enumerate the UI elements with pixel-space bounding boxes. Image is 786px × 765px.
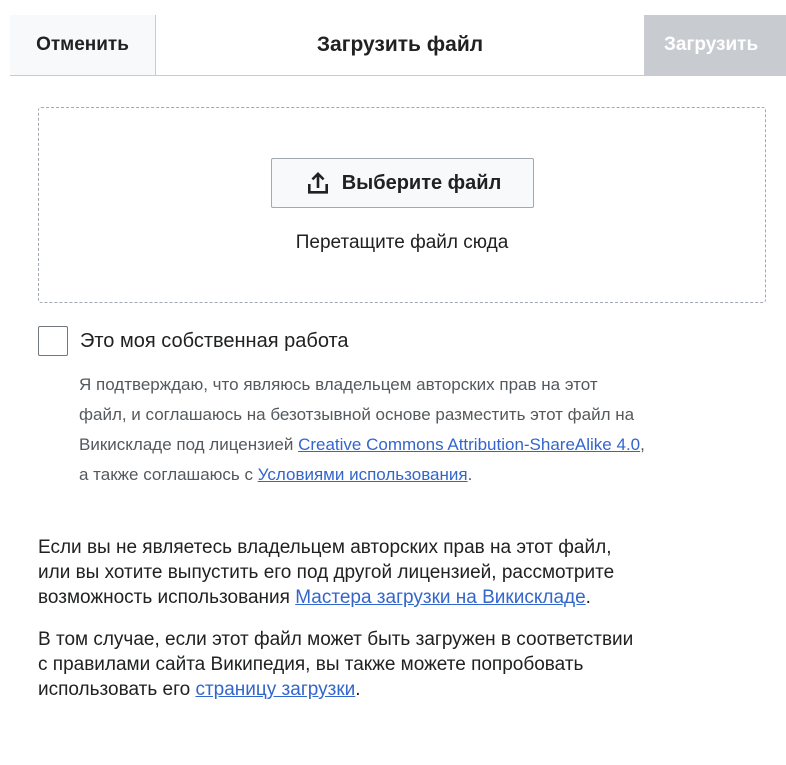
- license-link[interactable]: Creative Commons Attribution-ShareAlike …: [298, 435, 640, 454]
- info-text: .: [355, 679, 361, 700]
- dialog-header: Отменить Загрузить файл Загрузить: [10, 15, 786, 76]
- upload-dialog: Отменить Загрузить файл Загрузить Выбери…: [10, 15, 786, 765]
- info-line: с правилами сайта Википедия, вы также мо…: [38, 654, 584, 675]
- own-work-label[interactable]: Это моя собственная работа: [80, 330, 349, 353]
- drop-hint: Перетащите файл сюда: [295, 232, 509, 253]
- info-text: использовать его: [38, 679, 196, 700]
- help-line: Я подтверждаю, что являюсь владельцем ав…: [79, 375, 598, 394]
- info-line: использовать его страницу загрузки.: [38, 677, 758, 702]
- info-paragraph-local-upload: В том случае, если этот файл может быть …: [38, 627, 758, 702]
- upload-page-link[interactable]: страницу загрузки: [195, 679, 355, 700]
- upload-icon: [304, 169, 332, 197]
- terms-link[interactable]: Условиями использования: [258, 465, 468, 484]
- choose-file-label: Выберите файл: [341, 171, 502, 194]
- help-text: Викискладе под лицензией: [79, 435, 299, 454]
- upload-wizard-link[interactable]: Мастера загрузки на Викискладе: [295, 587, 585, 608]
- info-text: возможность использования: [38, 587, 296, 608]
- file-dropzone[interactable]: Выберите файл Перетащите файл сюда: [38, 107, 766, 303]
- help-line: файл, и соглашаюсь на безотзывной основе…: [79, 405, 635, 424]
- dialog-title: Загрузить файл: [316, 33, 484, 56]
- info-paragraph-wizard: Если вы не являетесь владельцем авторски…: [38, 535, 758, 610]
- info-text: .: [585, 587, 591, 608]
- cancel-button[interactable]: Отменить: [10, 15, 156, 75]
- help-text: а также соглашаюсь с: [79, 465, 258, 484]
- help-text: .: [467, 465, 473, 484]
- info-line: Если вы не являетесь владельцем авторски…: [38, 537, 612, 558]
- info-line: возможность использования Мастера загруз…: [38, 585, 758, 610]
- own-work-checkbox[interactable]: [38, 326, 68, 356]
- help-text: ,: [640, 435, 645, 454]
- help-line: а также соглашаюсь с Условиями использов…: [79, 460, 779, 490]
- own-work-help: Я подтверждаю, что являюсь владельцем ав…: [79, 370, 779, 490]
- upload-button[interactable]: Загрузить: [644, 15, 786, 75]
- info-line: В том случае, если этот файл может быть …: [38, 629, 634, 650]
- choose-file-button[interactable]: Выберите файл: [271, 158, 534, 208]
- help-line: Викискладе под лицензией Creative Common…: [79, 430, 779, 460]
- info-line: или вы хотите выпустить его под другой л…: [38, 562, 615, 583]
